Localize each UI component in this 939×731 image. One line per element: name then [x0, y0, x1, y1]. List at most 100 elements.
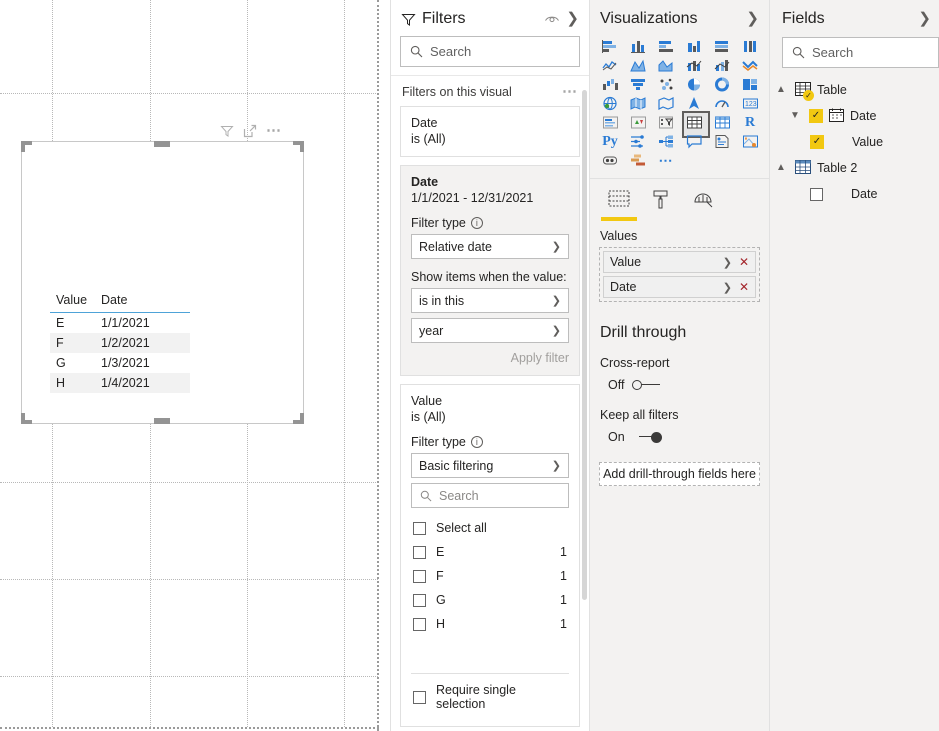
- field-checkbox-checked[interactable]: ✓: [810, 135, 824, 149]
- map-icon[interactable]: [596, 94, 624, 113]
- table-icon[interactable]: [680, 111, 710, 138]
- field-pill-date[interactable]: Date ❯ ✕: [603, 276, 756, 298]
- gauge-icon[interactable]: [708, 94, 736, 113]
- card-icon[interactable]: 123: [736, 94, 764, 113]
- r-script-visual-icon[interactable]: R: [736, 113, 764, 132]
- period-dropdown[interactable]: year ❯: [411, 318, 569, 343]
- field-tree-table2-date[interactable]: Date: [770, 181, 939, 207]
- resize-handle-bottom-right[interactable]: [293, 413, 304, 424]
- ribbon-chart-icon[interactable]: [736, 56, 764, 75]
- filter-card-value-expanded[interactable]: Value is (All) Filter type i Basic filte…: [400, 384, 580, 727]
- field-checkbox-unchecked[interactable]: [810, 187, 823, 201]
- line-clustered-column-chart-icon[interactable]: [708, 56, 736, 75]
- field-tree-table[interactable]: ▲ ✓ Table: [770, 77, 939, 103]
- resize-handle-bottom-left[interactable]: [21, 413, 32, 424]
- paginated-report-icon[interactable]: [708, 132, 736, 151]
- stacked-area-chart-icon[interactable]: [652, 56, 680, 75]
- field-tree-value[interactable]: ✓ Value: [770, 129, 939, 155]
- clustered-column-chart-icon[interactable]: [680, 37, 708, 56]
- condition-dropdown[interactable]: is in this ❯: [411, 288, 569, 313]
- drill-through-drop-zone[interactable]: Add drill-through fields here: [599, 462, 760, 486]
- resize-handle-bottom-center[interactable]: [154, 418, 170, 424]
- keep-all-filters-toggle[interactable]: On: [590, 422, 769, 444]
- more-visuals-icon[interactable]: ⋯: [652, 151, 680, 170]
- focus-mode-icon[interactable]: [243, 124, 257, 138]
- collapse-fields-pane-icon[interactable]: ❯: [918, 11, 931, 26]
- column-header-value[interactable]: Value: [50, 290, 95, 313]
- checkbox-item-h[interactable]: H 1: [411, 612, 569, 636]
- pie-chart-icon[interactable]: [680, 75, 708, 94]
- report-canvas[interactable]: ⋯ Value Date E 1/1/2021 F 1/2/2021 G 1/3…: [0, 0, 390, 731]
- scatter-chart-icon[interactable]: [652, 75, 680, 94]
- field-tree-table-2[interactable]: ▲ Table 2: [770, 155, 939, 181]
- info-icon[interactable]: i: [470, 217, 483, 229]
- chevron-down-icon[interactable]: ❯: [723, 281, 732, 294]
- area-chart-icon[interactable]: [624, 56, 652, 75]
- multi-row-card-icon[interactable]: [596, 113, 624, 132]
- matrix-icon[interactable]: [708, 113, 736, 132]
- chevron-up-icon[interactable]: ▲: [776, 85, 789, 95]
- filters-pane-scrollbar[interactable]: [582, 90, 587, 600]
- line-stacked-column-chart-icon[interactable]: [680, 56, 708, 75]
- info-icon[interactable]: i: [470, 436, 483, 448]
- tab-format[interactable]: [640, 189, 682, 221]
- value-list-search-input[interactable]: Search: [411, 483, 569, 508]
- slicer-icon[interactable]: [652, 113, 680, 132]
- 100-stacked-column-chart-icon[interactable]: [736, 37, 764, 56]
- table-row[interactable]: H 1/4/2021: [50, 373, 190, 393]
- tab-fields[interactable]: [598, 189, 640, 221]
- collapse-visualizations-pane-icon[interactable]: ❯: [746, 11, 759, 26]
- table-row[interactable]: G 1/3/2021: [50, 353, 190, 373]
- resize-handle-top-right[interactable]: [293, 141, 304, 152]
- python-visual-icon[interactable]: Py: [596, 132, 624, 151]
- hide-filter-pane-eye-icon[interactable]: [544, 13, 560, 25]
- table-visual[interactable]: Value Date E 1/1/2021 F 1/2/2021 G 1/3/2…: [21, 141, 304, 424]
- line-chart-icon[interactable]: [596, 56, 624, 75]
- fields-search-input[interactable]: Search: [782, 37, 939, 68]
- clustered-bar-chart-icon[interactable]: [652, 37, 680, 56]
- filter-icon[interactable]: [220, 124, 234, 138]
- table-row[interactable]: E 1/1/2021: [50, 313, 190, 334]
- filter-type-dropdown[interactable]: Relative date ❯: [411, 234, 569, 259]
- section-more-options-icon[interactable]: ⋯: [562, 84, 578, 99]
- 100-stacked-bar-chart-icon[interactable]: [708, 37, 736, 56]
- key-influencers-icon[interactable]: [624, 132, 652, 151]
- treemap-icon[interactable]: [736, 75, 764, 94]
- apply-filter-button[interactable]: Apply filter: [511, 351, 569, 365]
- resize-handle-top-left[interactable]: [21, 141, 32, 152]
- field-tree-date[interactable]: ▼ ✓ Date: [770, 103, 939, 129]
- more-options-icon[interactable]: ⋯: [266, 123, 282, 138]
- kpi-icon[interactable]: [624, 113, 652, 132]
- chevron-down-icon[interactable]: ▼: [790, 111, 803, 121]
- funnel-chart-icon[interactable]: [624, 75, 652, 94]
- q-and-a-icon[interactable]: [680, 132, 708, 151]
- cross-report-toggle[interactable]: Off: [590, 370, 769, 392]
- filters-search-input[interactable]: Search: [400, 36, 580, 67]
- checkbox-require-single-selection[interactable]: Require single selection: [411, 678, 569, 716]
- chevron-up-icon[interactable]: ▲: [776, 163, 789, 173]
- chevron-down-icon[interactable]: ❯: [723, 256, 732, 269]
- collapse-filters-pane-icon[interactable]: ❯: [566, 11, 579, 26]
- remove-field-icon[interactable]: ✕: [739, 255, 749, 269]
- shape-map-icon[interactable]: [652, 94, 680, 113]
- stacked-bar-chart-icon[interactable]: [596, 37, 624, 56]
- checkbox-item-g[interactable]: G 1: [411, 588, 569, 612]
- checkbox-item-e[interactable]: E 1: [411, 540, 569, 564]
- filled-map-icon[interactable]: [624, 94, 652, 113]
- remove-field-icon[interactable]: ✕: [739, 280, 749, 294]
- basic-filtering-dropdown[interactable]: Basic filtering ❯: [411, 453, 569, 478]
- checkbox-item-f[interactable]: F 1: [411, 564, 569, 588]
- decomposition-tree-icon[interactable]: [652, 132, 680, 151]
- smart-narrative-icon[interactable]: [596, 151, 624, 170]
- table-row[interactable]: F 1/2/2021: [50, 333, 190, 353]
- filter-card-date-collapsed[interactable]: Date is (All): [400, 106, 580, 157]
- gantt-icon[interactable]: [624, 151, 652, 170]
- column-header-date[interactable]: Date: [95, 290, 190, 313]
- checkbox-select-all[interactable]: Select all: [411, 516, 569, 540]
- filter-card-date-expanded[interactable]: Date 1/1/2021 - 12/31/2021 Filter type i…: [400, 165, 580, 376]
- stacked-column-chart-icon[interactable]: [624, 37, 652, 56]
- tab-analytics[interactable]: [682, 189, 724, 221]
- field-pill-value[interactable]: Value ❯ ✕: [603, 251, 756, 273]
- waterfall-chart-icon[interactable]: [596, 75, 624, 94]
- arcgis-maps-icon[interactable]: [736, 132, 764, 151]
